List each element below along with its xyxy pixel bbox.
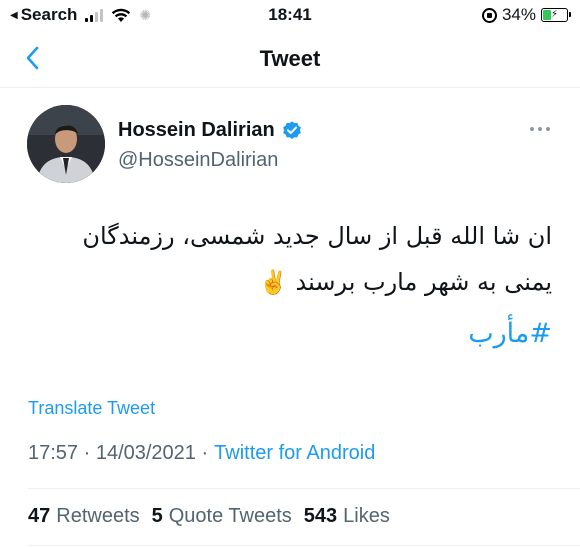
charging-bolt-icon: ⚡ [550,9,559,20]
quote-tweets-stat[interactable]: 5 Quote Tweets [152,505,292,528]
victory-hand-emoji: ✌️ [259,270,288,296]
hashtag-link[interactable]: #مأرب [468,318,552,349]
battery-percent: 34% [501,5,536,24]
back-to-app-label[interactable]: Search [21,5,78,25]
tweet-timestamp[interactable]: 17:57 · 14/03/2021 · [28,442,208,465]
retweets-label: Retweets [56,505,140,527]
translate-tweet-link[interactable]: Translate Tweet [28,398,155,419]
tweet-text: ان شا الله قبل از سال جدید شمسی، رزمندگا… [22,213,552,306]
wifi-icon [112,8,131,22]
page-title: Tweet [259,46,321,71]
likes-stat[interactable]: 543 Likes [304,505,390,528]
avatar[interactable] [27,105,105,183]
engagement-stats: 47 Retweets 5 Quote Tweets 543 Likes [28,505,390,528]
status-right: 34% ⚡ [481,5,571,25]
quote-tweets-label: Quote Tweets [168,505,292,527]
tweet-text-line-2: یمنی به شهر مارب برسند ✌️ [22,259,552,306]
battery-icon: ⚡ [541,8,571,22]
loading-icon: ✺ [139,6,152,23]
divider [28,545,580,546]
tweet-text-line-2-text: یمنی به شهر مارب برسند [295,268,553,296]
divider [28,488,580,489]
likes-count: 543 [303,505,338,527]
likes-label: Likes [343,505,390,527]
tweet-source-link[interactable]: Twitter for Android [214,442,375,465]
avatar-photo [27,105,105,183]
author-handle[interactable]: @HosseinDalirian [118,149,278,172]
battery-fill [543,10,551,20]
author-name[interactable]: Hossein Dalirian [118,119,275,142]
retweets-stat[interactable]: 47 Retweets [28,505,140,528]
tweet-meta: 17:57 · 14/03/2021 · Twitter for Android [28,442,375,465]
retweets-count: 47 [28,505,51,527]
orientation-lock-icon [481,7,497,23]
chevron-left-icon[interactable] [20,44,48,72]
back-triangle-icon: ◀ [10,9,18,21]
signal-icon [85,8,104,22]
quote-tweets-count: 5 [151,505,163,527]
status-bar: ◀ Search ✺ 18:41 34% ⚡ [0,0,580,30]
more-options-icon[interactable] [528,121,552,137]
verified-badge-icon [282,120,301,139]
author-name-row[interactable]: Hossein Dalirian [118,119,303,142]
tweet-text-line-1: ان شا الله قبل از سال جدید شمسی، رزمندگا… [82,222,552,250]
status-left[interactable]: ◀ Search ✺ [10,5,151,25]
nav-bar: Tweet [0,30,580,88]
